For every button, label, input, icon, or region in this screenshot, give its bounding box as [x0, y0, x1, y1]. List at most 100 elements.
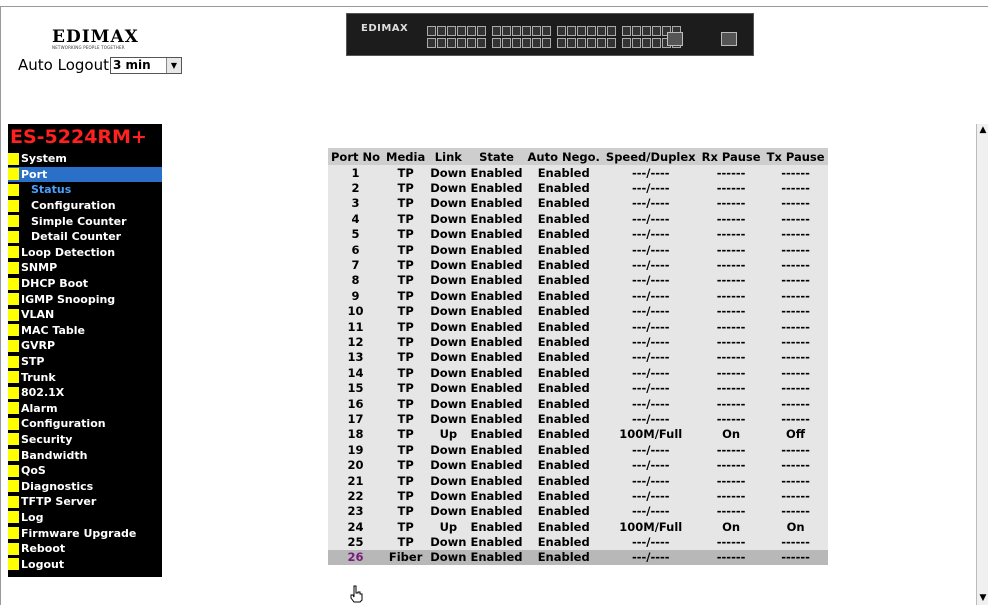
auto-logout-select[interactable]: 3 min ▼ — [109, 56, 182, 74]
vertical-scrollbar[interactable]: ▲ ▼ — [976, 124, 988, 605]
sidebar-item-configuration[interactable]: Configuration — [8, 416, 162, 432]
table-cell: Enabled — [468, 180, 525, 196]
table-cell: ------ — [698, 380, 764, 396]
table-cell: Down — [428, 211, 469, 227]
table-row: 5 TP Down Enabled Enabled ---/---- ------ -----… — [328, 226, 828, 242]
table-cell: Up — [428, 518, 469, 535]
table-cell: ---/---- — [602, 457, 699, 473]
table-cell: Down — [428, 241, 469, 258]
menu-bullet-icon — [8, 402, 19, 415]
table-cell: 21 — [328, 472, 384, 489]
table-cell: 23 — [328, 503, 384, 519]
table-cell: ---/---- — [602, 226, 699, 242]
sidebar-item-reboot[interactable]: Reboot — [8, 541, 162, 557]
sidebar-item-tftp-server[interactable]: TFTP Server — [8, 494, 162, 510]
table-cell: ------ — [763, 257, 828, 273]
table-cell: Enabled — [524, 334, 603, 350]
table-cell: Enabled — [524, 226, 603, 242]
sidebar-item-label: Status — [31, 183, 72, 197]
table-cell: ---/---- — [602, 318, 699, 335]
sidebar-item-stp[interactable]: STP — [8, 354, 162, 370]
sidebar-item-security[interactable]: Security — [8, 432, 162, 448]
device-port-group — [427, 26, 486, 48]
table-cell: Enabled — [468, 241, 525, 258]
sidebar-item-configuration[interactable]: Configuration — [8, 198, 162, 214]
table-cell: ---/---- — [602, 334, 699, 350]
table-cell: ------ — [698, 257, 764, 273]
sidebar-item-logout[interactable]: Logout — [8, 556, 162, 572]
arrow-down-icon[interactable]: ▼ — [977, 592, 988, 605]
column-header: Link — [428, 148, 469, 165]
ethernet-port-icon — [437, 26, 446, 36]
sidebar-item-simple-counter[interactable]: Simple Counter — [8, 213, 162, 229]
table-cell: ------ — [763, 211, 828, 227]
table-cell: ---/---- — [602, 241, 699, 258]
table-row: 7 TP Down Enabled Enabled ---/---- ------ -----… — [328, 257, 828, 273]
table-cell: TP — [383, 257, 429, 273]
table-cell: ------ — [698, 241, 764, 258]
ethernet-port-icon — [467, 38, 476, 48]
table-cell: 10 — [328, 303, 384, 319]
sidebar-item-system[interactable]: System — [8, 151, 162, 167]
table-cell: Enabled — [524, 272, 603, 289]
top-border — [0, 6, 988, 7]
ethernet-port-icon — [532, 26, 541, 36]
sidebar-item-gvrp[interactable]: GVRP — [8, 338, 162, 354]
ethernet-port-icon — [477, 38, 486, 48]
table-cell: ---/---- — [602, 303, 699, 319]
chevron-down-icon[interactable]: ▼ — [165, 57, 181, 73]
ethernet-port-icon — [587, 26, 596, 36]
ethernet-port-icon — [542, 38, 551, 48]
table-cell: ------ — [698, 534, 764, 550]
column-header: Media — [383, 148, 429, 165]
sidebar-item-snmp[interactable]: SNMP — [8, 260, 162, 276]
sidebar-item-bandwidth[interactable]: Bandwidth — [8, 447, 162, 463]
sidebar-item-firmware-upgrade[interactable]: Firmware Upgrade — [8, 525, 162, 541]
ethernet-port-icon — [557, 38, 566, 48]
arrow-up-icon[interactable]: ▲ — [977, 124, 988, 137]
table-row: 9 TP Down Enabled Enabled ---/---- ------ -----… — [328, 288, 828, 304]
table-row: 10 TP Down Enabled Enabled ---/---- ------ ----… — [328, 303, 828, 319]
sidebar-item-mac-table[interactable]: MAC Table — [8, 323, 162, 339]
ethernet-port-icon — [587, 38, 596, 48]
ethernet-port-icon — [577, 26, 586, 36]
table-cell: Down — [428, 272, 469, 289]
table-cell: Enabled — [524, 395, 603, 412]
table-cell: Enabled — [524, 534, 603, 550]
table-cell: ---/---- — [602, 411, 699, 427]
table-cell: ------ — [763, 488, 828, 504]
ethernet-port-icon — [457, 38, 466, 48]
table-cell: Enabled — [468, 165, 525, 181]
table-cell: ------ — [698, 488, 764, 504]
sidebar-item-igmp-snooping[interactable]: IGMP Snooping — [8, 291, 162, 307]
sidebar-item-label: Port — [21, 167, 48, 181]
menu-bullet-icon — [8, 183, 19, 196]
table-cell: On — [698, 518, 764, 535]
sidebar-item-vlan[interactable]: VLAN — [8, 307, 162, 323]
logo-word: EDIMAX — [52, 27, 139, 47]
sidebar-item-log[interactable]: Log — [8, 510, 162, 526]
menu-bullet-icon — [8, 558, 19, 571]
table-cell: ---/---- — [602, 549, 699, 566]
table-cell: 100M/Full — [602, 518, 699, 535]
sidebar-item-detail-counter[interactable]: Detail Counter — [8, 229, 162, 245]
table-cell: Down — [428, 472, 469, 489]
sidebar-item-diagnostics[interactable]: Diagnostics — [8, 478, 162, 494]
table-cell: ------ — [698, 365, 764, 381]
ethernet-port-icon — [632, 26, 641, 36]
sidebar-item-loop-detection[interactable]: Loop Detection — [8, 245, 162, 261]
sidebar-item-qos[interactable]: QoS — [8, 463, 162, 479]
ethernet-port-icon — [522, 26, 531, 36]
sidebar-item-label: Loop Detection — [21, 245, 116, 259]
sidebar-item-alarm[interactable]: Alarm — [8, 401, 162, 417]
table-cell: Down — [428, 380, 469, 396]
sidebar-item-trunk[interactable]: Trunk — [8, 369, 162, 385]
sidebar-item-label: DHCP Boot — [21, 277, 89, 291]
table-cell: TP — [383, 534, 429, 550]
sidebar-item-port[interactable]: Port — [8, 166, 162, 183]
table-row: 2 TP Down Enabled Enabled ---/---- ------ -----… — [328, 180, 828, 196]
sidebar-item-802-1x[interactable]: 802.1X — [8, 385, 162, 401]
sidebar-item-status[interactable]: Status — [8, 182, 162, 198]
sidebar-item-dhcp-boot[interactable]: DHCP Boot — [8, 276, 162, 292]
menu-bullet-icon — [8, 495, 19, 508]
